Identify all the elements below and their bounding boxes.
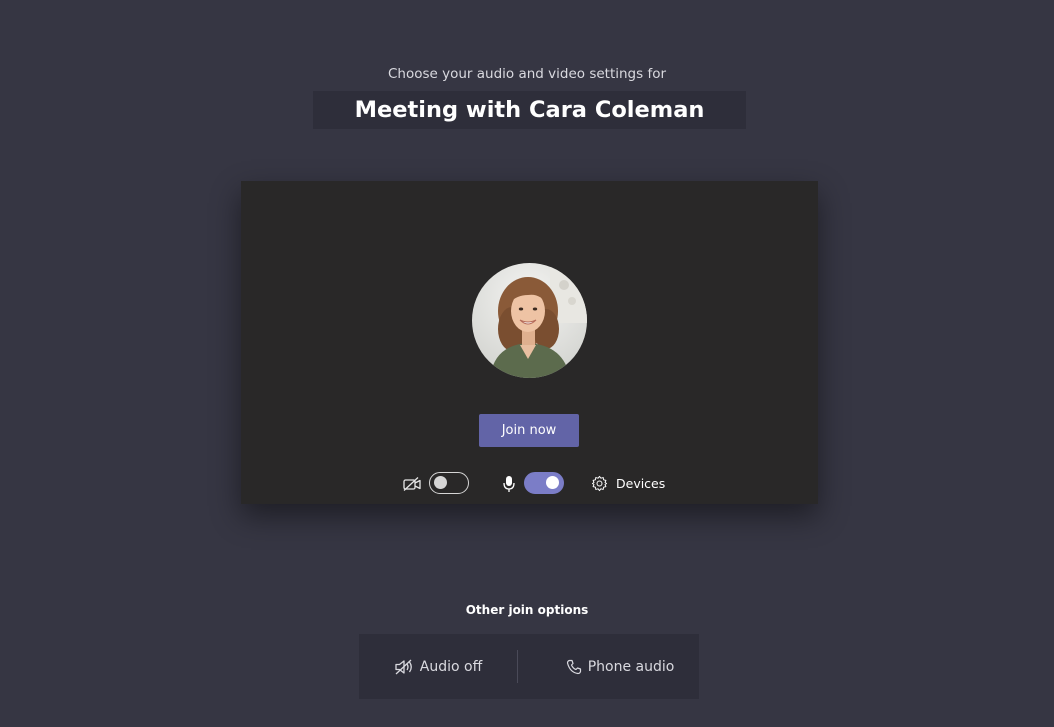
other-join-options-panel: Audio off Phone audio	[359, 634, 699, 699]
devices-label: Devices	[616, 475, 666, 491]
audio-off-label: Audio off	[419, 658, 483, 675]
join-now-button[interactable]: Join now	[479, 414, 579, 447]
audio-off-button[interactable]: Audio off	[359, 634, 517, 699]
meeting-title-box: Meeting with Cara Coleman	[313, 91, 746, 129]
microphone-toggle[interactable]	[524, 472, 564, 494]
media-controls: Devices	[241, 471, 818, 495]
speaker-off-icon	[394, 658, 414, 676]
microphone-toggle-knob	[546, 476, 559, 489]
phone-icon	[566, 659, 582, 675]
options-divider	[517, 650, 518, 683]
avatar-image	[472, 263, 587, 378]
camera-toggle[interactable]	[429, 472, 469, 494]
video-preview-panel: Join now Devices	[241, 181, 818, 504]
subtitle: Choose your audio and video settings for	[387, 66, 667, 82]
gear-icon	[591, 475, 608, 492]
devices-button[interactable]: Devices	[591, 471, 665, 495]
microphone-icon[interactable]	[498, 473, 520, 495]
phone-audio-button[interactable]: Phone audio	[541, 634, 699, 699]
video-off-icon[interactable]	[401, 473, 423, 495]
avatar	[472, 263, 587, 378]
phone-audio-label: Phone audio	[587, 658, 675, 675]
camera-toggle-knob	[434, 476, 447, 489]
other-join-options-heading: Other join options	[465, 603, 589, 617]
meeting-title: Meeting with Cara Coleman	[354, 97, 705, 123]
